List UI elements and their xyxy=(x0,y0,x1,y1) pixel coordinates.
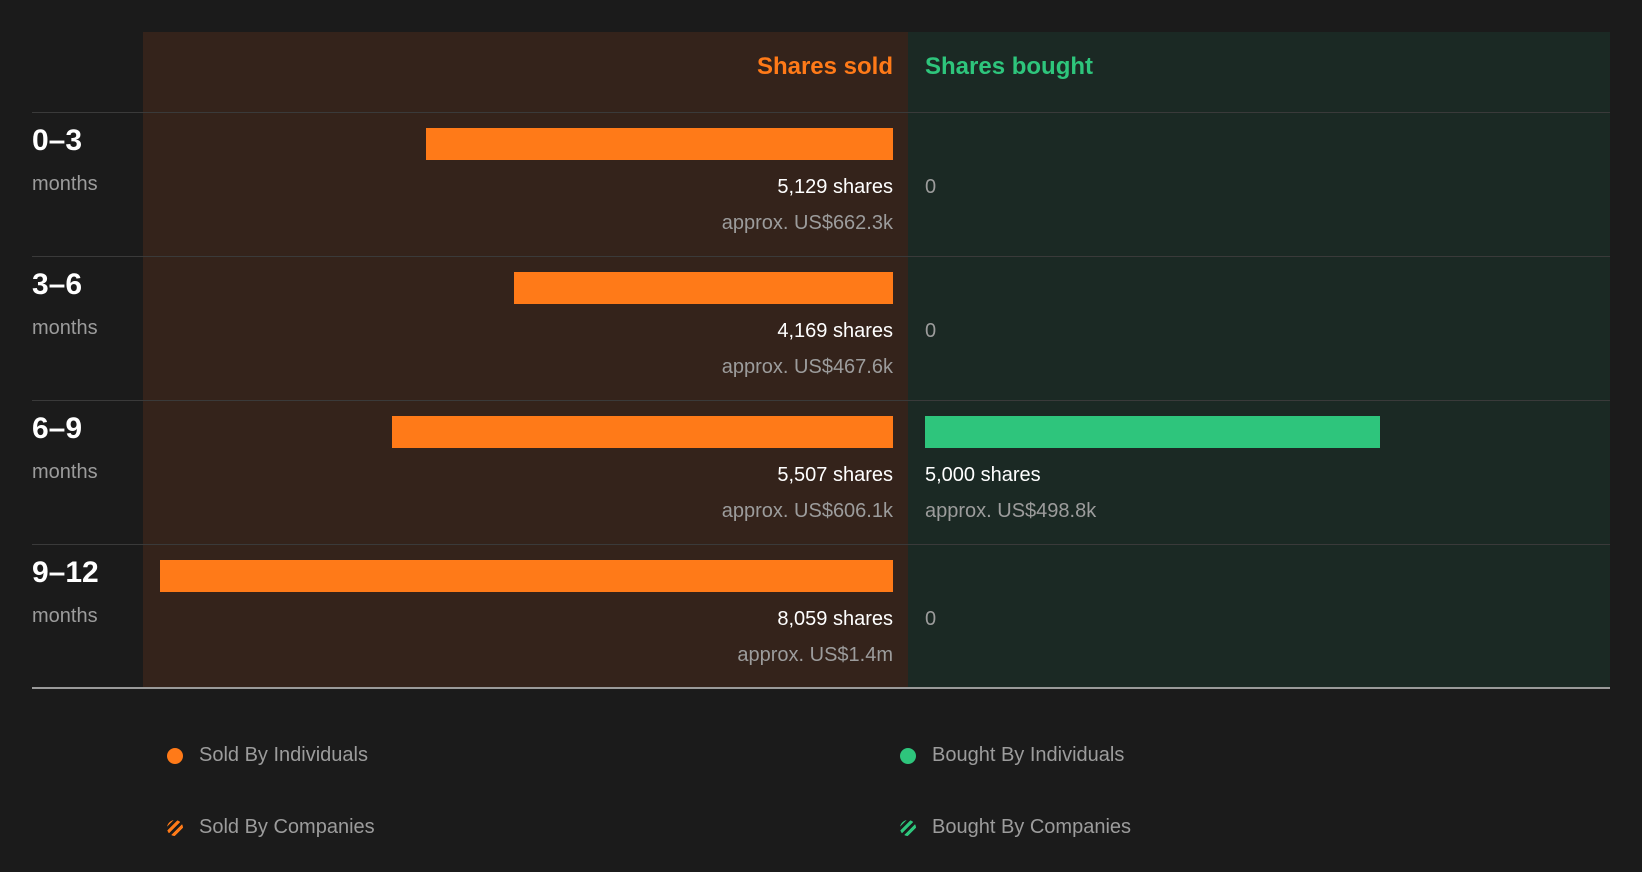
sold-value-label: approx. US$606.1k xyxy=(721,500,893,522)
period-label: 3–6 xyxy=(32,268,83,301)
bought-header: Shares bought xyxy=(925,53,1094,80)
sold-shares-label: 8,059 shares xyxy=(777,608,893,630)
sold-value-label: approx. US$1.4m xyxy=(737,644,893,666)
legend-label: Bought By Companies xyxy=(932,816,1132,838)
insider-trading-chart: Shares sold Shares bought 0–3 months 5,129… xyxy=(0,0,1642,872)
legend-item: Sold By Companies xyxy=(167,816,375,839)
bought-panel xyxy=(908,32,1610,687)
sold-header: Shares sold xyxy=(756,53,893,80)
period-label: 6–9 xyxy=(32,412,83,445)
period-unit-label: months xyxy=(32,461,98,483)
bought-shares-label: 0 xyxy=(925,608,937,630)
row-divider xyxy=(32,256,1610,257)
row-divider xyxy=(32,544,1610,545)
bought-shares-label: 5,000 shares xyxy=(925,464,1041,486)
legend-dot-icon xyxy=(900,747,916,764)
sold-value-label: approx. US$467.6k xyxy=(721,356,893,378)
sold-bar xyxy=(392,416,893,448)
sold-shares-label: 5,507 shares xyxy=(777,464,893,486)
legend-item: Sold By Individuals xyxy=(167,744,368,767)
bought-shares-label: 0 xyxy=(925,176,937,198)
row-divider xyxy=(32,687,1610,689)
period-unit-label: months xyxy=(32,317,98,339)
bought-shares-label: 0 xyxy=(925,320,937,342)
sold-bar xyxy=(160,560,893,592)
bought-bar xyxy=(925,416,1380,448)
legend-item: Bought By Companies xyxy=(900,816,1131,839)
period-unit-label: months xyxy=(32,173,98,195)
sold-shares-label: 4,169 shares xyxy=(777,320,893,342)
sold-shares-label: 5,129 shares xyxy=(777,176,893,198)
period-label: 0–3 xyxy=(32,124,83,157)
legend-label: Sold By Companies xyxy=(199,816,375,838)
legend-label: Bought By Individuals xyxy=(932,744,1125,766)
sold-bar xyxy=(426,128,893,160)
period-label: 9–12 xyxy=(32,556,99,589)
row-divider xyxy=(32,400,1610,401)
sold-value-label: approx. US$662.3k xyxy=(721,212,893,234)
legend-label: Sold By Individuals xyxy=(199,744,368,766)
period-unit-label: months xyxy=(32,605,98,627)
legend-hatch-icon xyxy=(167,819,183,836)
bought-value-label: approx. US$498.8k xyxy=(925,500,1097,522)
row-divider xyxy=(32,112,1610,113)
legend-dot-icon xyxy=(167,747,183,764)
legend-item: Bought By Individuals xyxy=(900,744,1124,767)
sold-bar xyxy=(513,272,893,304)
legend-hatch-icon xyxy=(900,819,916,836)
